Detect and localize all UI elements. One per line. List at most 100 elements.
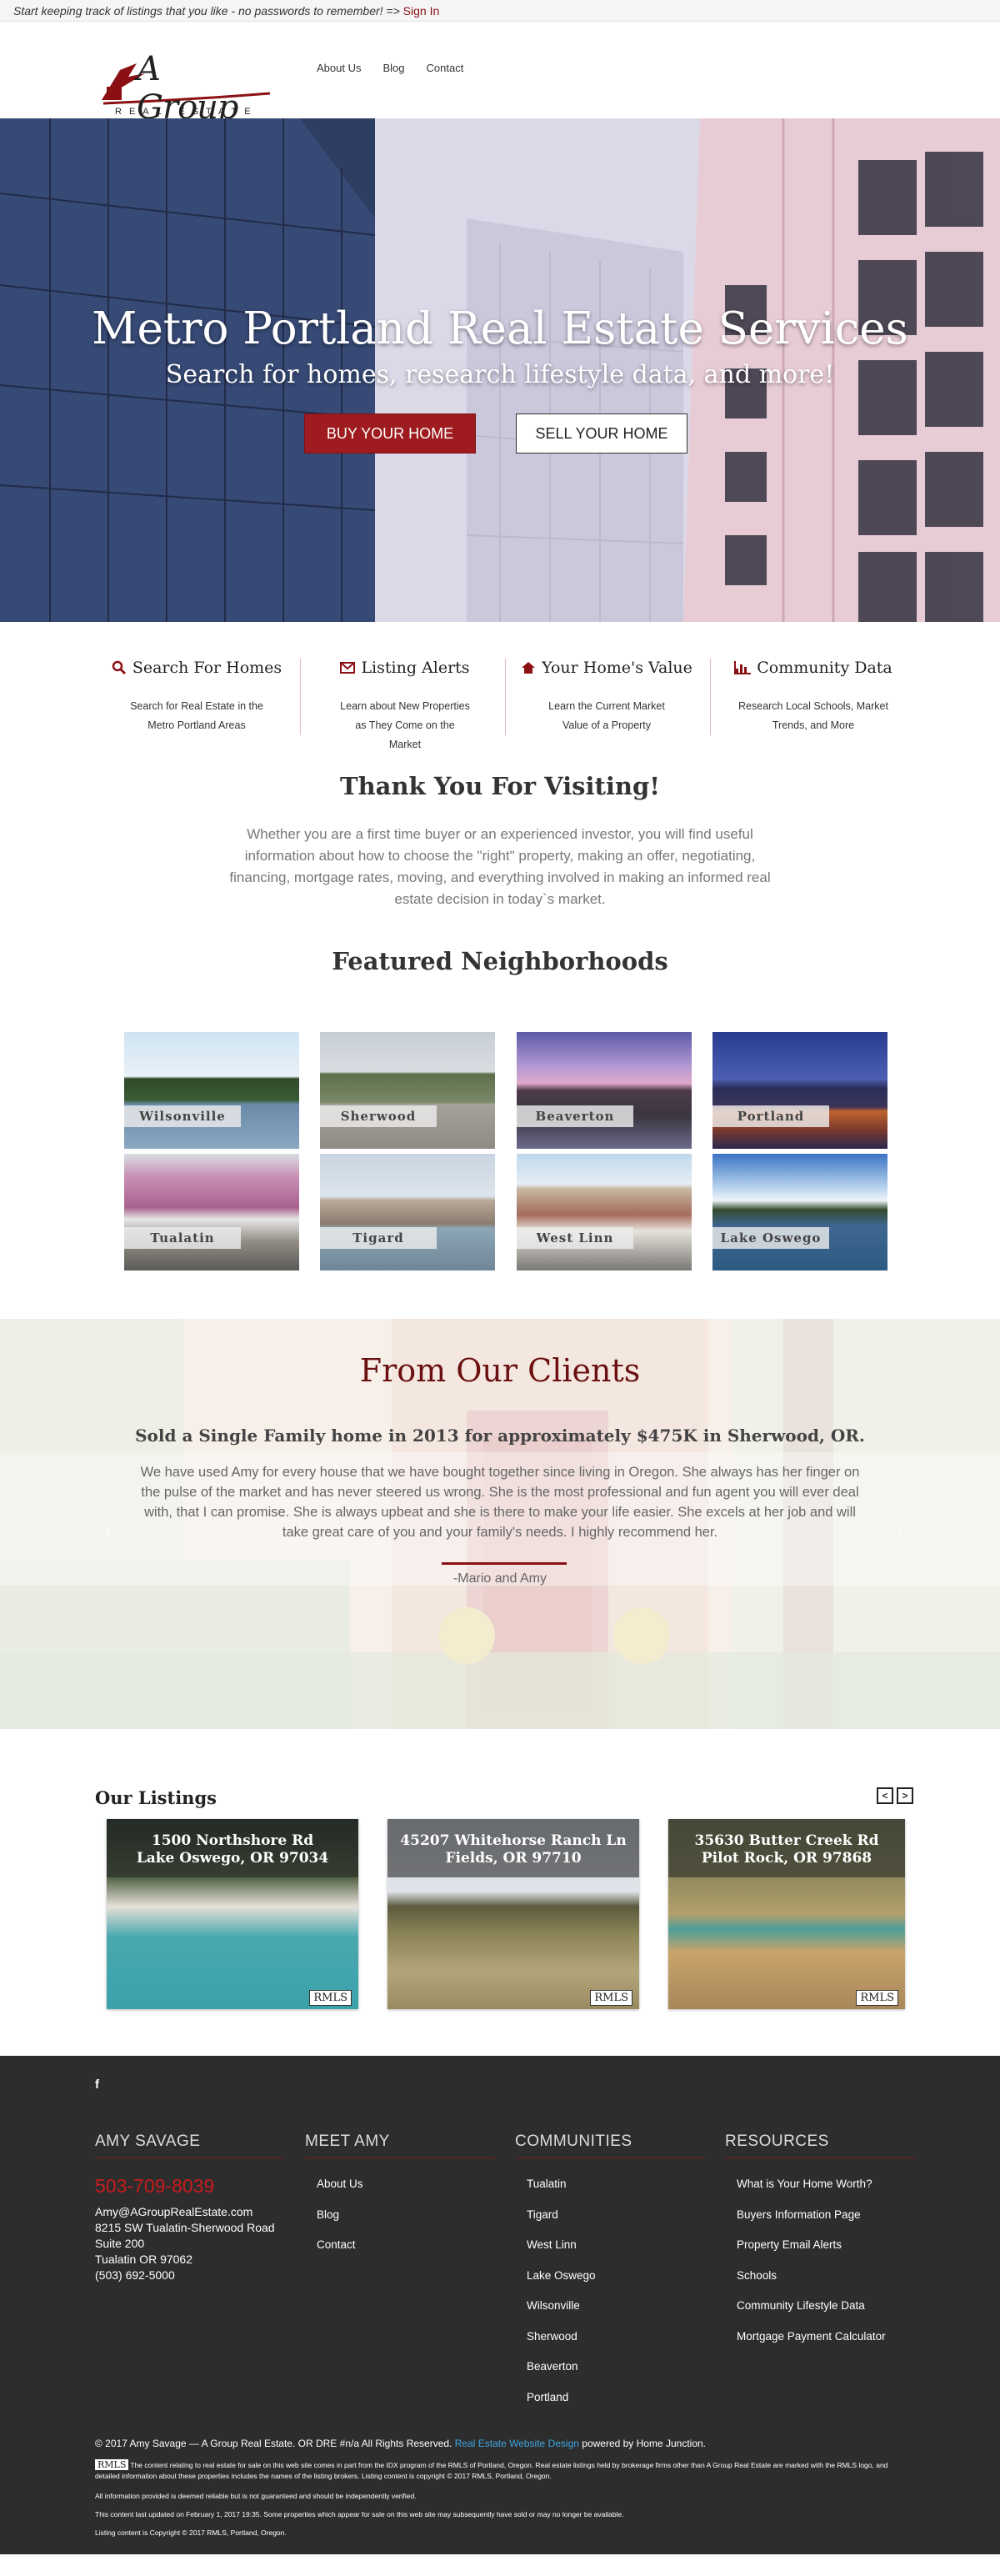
site-header: A Group REAL ESTATE About Us Blog Contac…	[0, 22, 1000, 127]
testimonial-quote: We have used Amy for every house that we…	[140, 1465, 860, 1540]
main-nav: About Us Blog Contact	[317, 62, 463, 74]
footer-link-about-us[interactable]: About Us	[317, 2177, 495, 2192]
footer-address-line: 8215 SW Tualatin-Sherwood Road	[95, 2221, 275, 2234]
listing-address: 45207 Whitehorse Ranch Ln Fields, OR 977…	[388, 1819, 639, 1877]
testimonial-headline: Sold a Single Family home in 2013 for ap…	[135, 1426, 865, 1446]
footer-heading: COMMUNITIES	[515, 2132, 705, 2158]
footer-contact-info: Amy@AGroupRealEstate.com 8215 SW Tualati…	[95, 2204, 285, 2283]
hero-title: Metro Portland Real Estate Services	[92, 303, 908, 354]
listings-section: Our Listings < > 1500 Northshore Rd Lake…	[0, 1729, 1000, 2056]
disclaimer-text: The content relating to real estate for …	[95, 2461, 888, 2480]
neighborhood-sherwood[interactable]: Sherwood	[320, 1032, 495, 1149]
neighborhood-beaverton[interactable]: Beaverton	[517, 1032, 692, 1149]
footer-link-schools[interactable]: Schools	[737, 2268, 915, 2283]
nav-contact[interactable]: Contact	[427, 62, 464, 74]
feature-description: Search for Real Estate in the Metro Port…	[130, 700, 263, 731]
listings-prev-button[interactable]: <	[877, 1787, 893, 1804]
disclaimer-text: All information provided is deemed relia…	[95, 2492, 417, 2500]
sell-your-home-button[interactable]: SELL YOUR HOME	[516, 413, 688, 454]
features-row: Search For Homes Search for Real Estate …	[0, 622, 1000, 772]
listing-street: 1500 Northshore Rd	[151, 1832, 314, 1849]
sign-in-link[interactable]: Sign In	[403, 4, 440, 18]
footer-link-mortgage-calculator[interactable]: Mortgage Payment Calculator	[737, 2329, 915, 2344]
feature-description: Learn about New Properties as They Come …	[340, 700, 470, 750]
logo[interactable]: A Group REAL ESTATE	[95, 38, 270, 127]
buy-your-home-button[interactable]: BUY YOUR HOME	[304, 413, 476, 454]
footer-link-email-alerts[interactable]: Property Email Alerts	[737, 2238, 915, 2253]
idx-disclaimer: RMLS The content relating to real estate …	[95, 2459, 912, 2482]
feature-divider	[505, 659, 506, 735]
footer-heading: MEET AMY	[305, 2132, 495, 2158]
featured-neighborhoods-title: Featured Neighborhoods	[332, 947, 668, 975]
footer-link-lake-oswego[interactable]: Lake Oswego	[527, 2268, 705, 2283]
listings-title: Our Listings	[95, 1787, 217, 1808]
prev-testimonial-arrow-icon[interactable]: ‹	[105, 1519, 111, 1541]
next-testimonial-arrow-icon[interactable]: ›	[897, 1519, 902, 1541]
footer-link-sherwood[interactable]: Sherwood	[527, 2329, 705, 2344]
footer-link-lifestyle-data[interactable]: Community Lifestyle Data	[737, 2298, 915, 2313]
footer-office-phone[interactable]: (503) 692-5000	[95, 2268, 285, 2283]
neighborhood-label: Portland	[712, 1105, 829, 1127]
footer-link-beaverton[interactable]: Beaverton	[527, 2359, 705, 2374]
footer-heading: RESOURCES	[725, 2132, 915, 2158]
site-footer: f AMY SAVAGE 503-709-8039 Amy@AGroupReal…	[0, 2056, 1000, 2554]
neighborhood-wilsonville[interactable]: Wilsonville	[124, 1032, 299, 1149]
neighborhood-label: Tualatin	[124, 1227, 241, 1249]
feature-home-value[interactable]: Your Home's Value Learn the Current Mark…	[508, 659, 705, 735]
listing-card[interactable]: 45207 Whitehorse Ranch Ln Fields, OR 977…	[388, 1819, 639, 2009]
listing-card[interactable]: 35630 Butter Creek Rd Pilot Rock, OR 978…	[668, 1819, 905, 2009]
footer-link-blog[interactable]: Blog	[317, 2208, 495, 2223]
neighborhood-lake-oswego[interactable]: Lake Oswego	[712, 1154, 888, 1270]
feature-title: Search For Homes	[132, 659, 282, 677]
footer-email[interactable]: Amy@AGroupRealEstate.com	[95, 2204, 285, 2220]
footer-col-resources: RESOURCES What is Your Home Worth? Buyer…	[725, 2132, 915, 2359]
footer-link-west-linn[interactable]: West Linn	[527, 2238, 705, 2253]
neighborhood-tualatin[interactable]: Tualatin	[124, 1154, 299, 1270]
testimonials-section: From Our Clients Sold a Single Family ho…	[0, 1319, 1000, 1729]
footer-link-home-worth[interactable]: What is Your Home Worth?	[737, 2177, 915, 2192]
neighborhood-portland[interactable]: Portland	[712, 1032, 888, 1149]
feature-title: Community Data	[757, 659, 892, 677]
feature-description: Research Local Schools, Market Trends, a…	[738, 700, 888, 731]
footer-link-contact[interactable]: Contact	[317, 2238, 495, 2253]
testimonial-divider	[442, 1562, 567, 1565]
footer-link-portland[interactable]: Portland	[527, 2390, 705, 2405]
listings-next-button[interactable]: >	[897, 1787, 913, 1804]
footer-link-buyers-info[interactable]: Buyers Information Page	[737, 2208, 915, 2223]
feature-divider	[710, 659, 711, 735]
neighborhood-tigard[interactable]: Tigard	[320, 1154, 495, 1270]
top-bar-message: Start keeping track of listings that you…	[13, 4, 400, 18]
website-design-link[interactable]: Real Estate Website Design	[455, 2438, 579, 2449]
rmls-badge: RMLS	[309, 1990, 352, 2006]
nav-about-us[interactable]: About Us	[317, 62, 361, 74]
feature-search-homes[interactable]: Search For Homes Search for Real Estate …	[98, 659, 295, 735]
listing-city: Lake Oswego, OR 97034	[136, 1850, 329, 1867]
envelope-icon	[340, 662, 356, 674]
neighborhood-west-linn[interactable]: West Linn	[517, 1154, 692, 1270]
footer-phone[interactable]: 503-709-8039	[95, 2175, 285, 2198]
listing-card[interactable]: 1500 Northshore Rd Lake Oswego, OR 97034…	[107, 1819, 358, 2009]
nav-blog[interactable]: Blog	[382, 62, 404, 74]
neighborhood-label: Wilsonville	[124, 1105, 241, 1127]
listing-street: 35630 Butter Creek Rd	[694, 1832, 879, 1849]
facebook-icon[interactable]: f	[95, 2077, 99, 2092]
disclaimer-text: Listing content is Copyright © 2017 RMLS…	[95, 2528, 287, 2537]
footer-link-tualatin[interactable]: Tualatin	[527, 2177, 705, 2192]
feature-title: Your Home's Value	[542, 659, 692, 677]
footer-link-tigard[interactable]: Tigard	[527, 2208, 705, 2223]
neighborhood-label: Tigard	[320, 1227, 437, 1249]
footer-link-wilsonville[interactable]: Wilsonville	[527, 2298, 705, 2313]
feature-community-data[interactable]: Community Data Research Local Schools, M…	[715, 659, 912, 735]
feature-listing-alerts[interactable]: Listing Alerts Learn about New Propertie…	[307, 659, 503, 754]
rmls-badge: RMLS	[856, 1990, 898, 2006]
neighborhood-label: Lake Oswego	[712, 1227, 829, 1249]
thanks-title: Thank You For Visiting!	[339, 772, 660, 800]
footer-address-line: Suite 200	[95, 2237, 145, 2250]
disclaimer-text: This content last updated on February 1,…	[95, 2510, 624, 2518]
logo-subtitle: REAL ESTATE	[115, 107, 258, 117]
listing-address: 35630 Butter Creek Rd Pilot Rock, OR 978…	[668, 1819, 905, 1877]
copyright-powered: powered by Home Junction.	[582, 2438, 707, 2449]
rmls-logo: RMLS	[95, 2459, 129, 2470]
listing-address: 1500 Northshore Rd Lake Oswego, OR 97034	[107, 1819, 358, 1877]
neighborhood-label: Sherwood	[320, 1105, 437, 1127]
